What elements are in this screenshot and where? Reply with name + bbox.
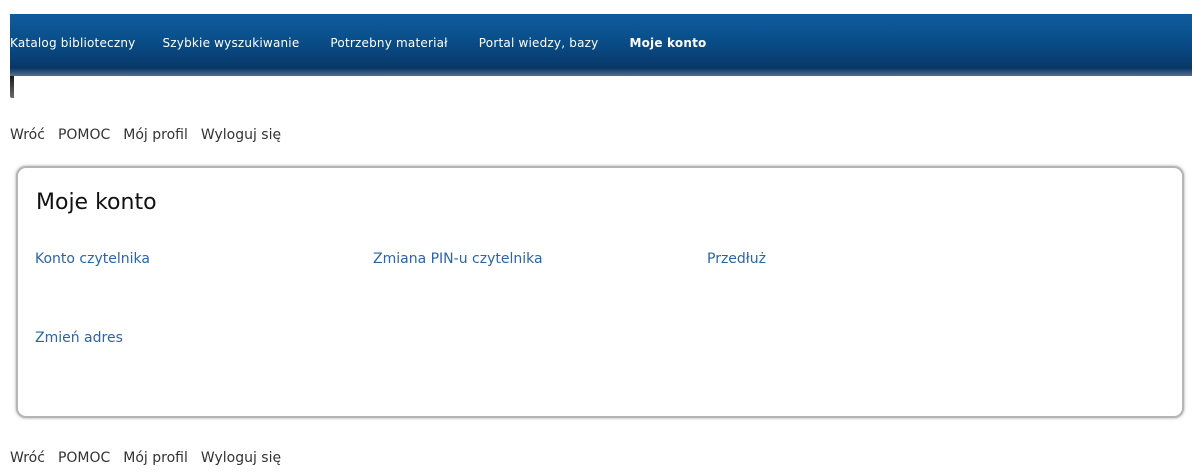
my-account-panel: Moje konto Konto czytelnika Zmiana PIN-u… [16,166,1184,418]
page-title: Moje konto [36,190,157,215]
reader-account-link[interactable]: Konto czytelnika [35,251,150,267]
nav-item-szybkie-wyszukiwanie[interactable]: Szybkie wyszukiwanie [162,36,299,50]
help-link[interactable]: POMOC [58,127,110,143]
page: Katalog biblioteczny Szybkie wyszukiwani… [0,0,1192,473]
nav-item-portal-wiedzy[interactable]: Portal wiedzy, bazy [479,36,599,50]
change-address-link[interactable]: Zmień adres [35,330,123,346]
utility-links-top: Wróć POMOC Mój profil Wyloguj się [10,127,294,143]
logout-link[interactable]: Wyloguj się [201,127,281,143]
renew-link[interactable]: Przedłuż [707,251,766,267]
help-link[interactable]: POMOC [58,450,110,466]
top-navigation-bar: Katalog biblioteczny Szybkie wyszukiwani… [10,14,1192,76]
my-profile-link[interactable]: Mój profil [123,127,188,143]
nav-item-moje-konto[interactable]: Moje konto [629,36,706,50]
nav-item-potrzebny-material[interactable]: Potrzebny materiał [330,36,447,50]
change-pin-link[interactable]: Zmiana PIN-u czytelnika [373,251,543,267]
nav-item-katalog-biblioteczny[interactable]: Katalog biblioteczny [10,36,135,50]
logout-link[interactable]: Wyloguj się [201,450,281,466]
back-link[interactable]: Wróć [10,450,45,466]
my-profile-link[interactable]: Mój profil [123,450,188,466]
utility-links-bottom: Wróć POMOC Mój profil Wyloguj się [10,450,294,466]
back-link[interactable]: Wróć [10,127,45,143]
nav-bar-corner-shadow [10,76,14,98]
